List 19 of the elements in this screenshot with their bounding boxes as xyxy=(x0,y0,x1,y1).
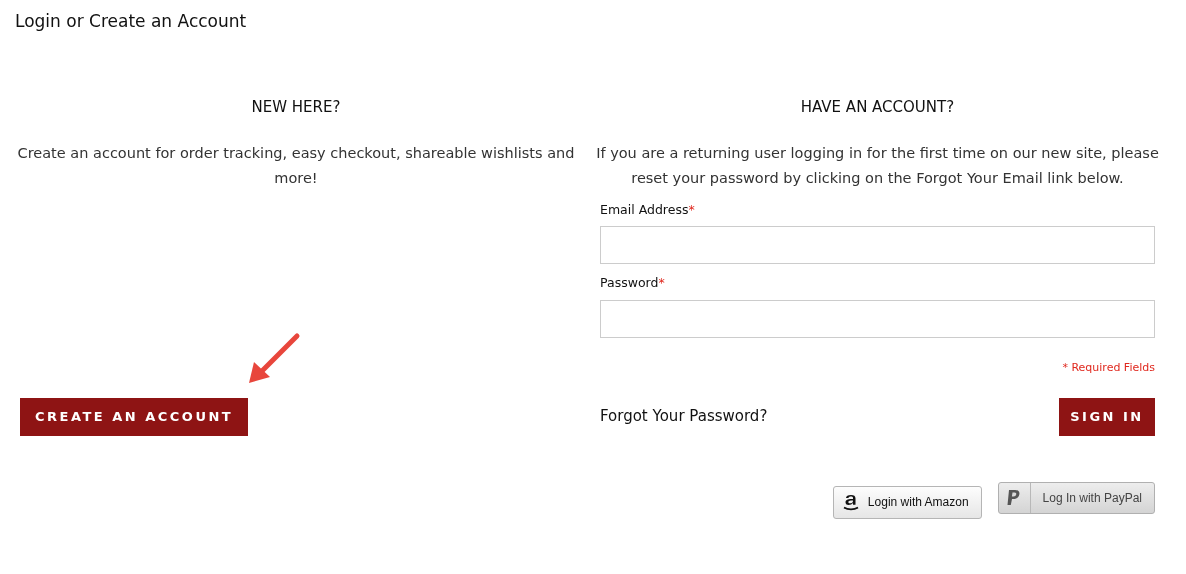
intro-text: If you are a returning user logging in for the first time on our new site, please reset your password by clicking on the Forgot Your Email link below. xyxy=(595,143,1160,188)
forgot-password-link[interactable]: Forgot Your Password? xyxy=(600,405,768,428)
amazon-login-button[interactable]: Login with Amazon xyxy=(832,485,982,519)
annotation-arrow xyxy=(246,332,302,386)
page-title: Login or Create an Account xyxy=(15,10,247,33)
input-field[interactable] xyxy=(600,300,1155,338)
paypal-login-button[interactable]: Log In with PayPal xyxy=(997,481,1155,514)
input-field[interactable] xyxy=(600,226,1155,265)
section-heading: HAVE AN ACCOUNT? xyxy=(800,97,955,118)
field-label: Email Address xyxy=(600,200,689,219)
section-heading: NEW HERE? xyxy=(251,97,341,118)
required-fields-note: * Required Fields xyxy=(1062,360,1155,376)
create-account-button[interactable]: CREATE AN ACCOUNT xyxy=(20,397,249,436)
sign-in-button[interactable]: SIGN IN xyxy=(1059,397,1155,436)
amazon-logo-icon xyxy=(841,492,860,512)
required-mark: * xyxy=(658,274,665,293)
intro-text: Create an account for order tracking, easy checkout, shareable wishlists and more! xyxy=(16,143,576,188)
required-mark: * xyxy=(688,200,695,219)
field-label: Password xyxy=(600,274,659,293)
